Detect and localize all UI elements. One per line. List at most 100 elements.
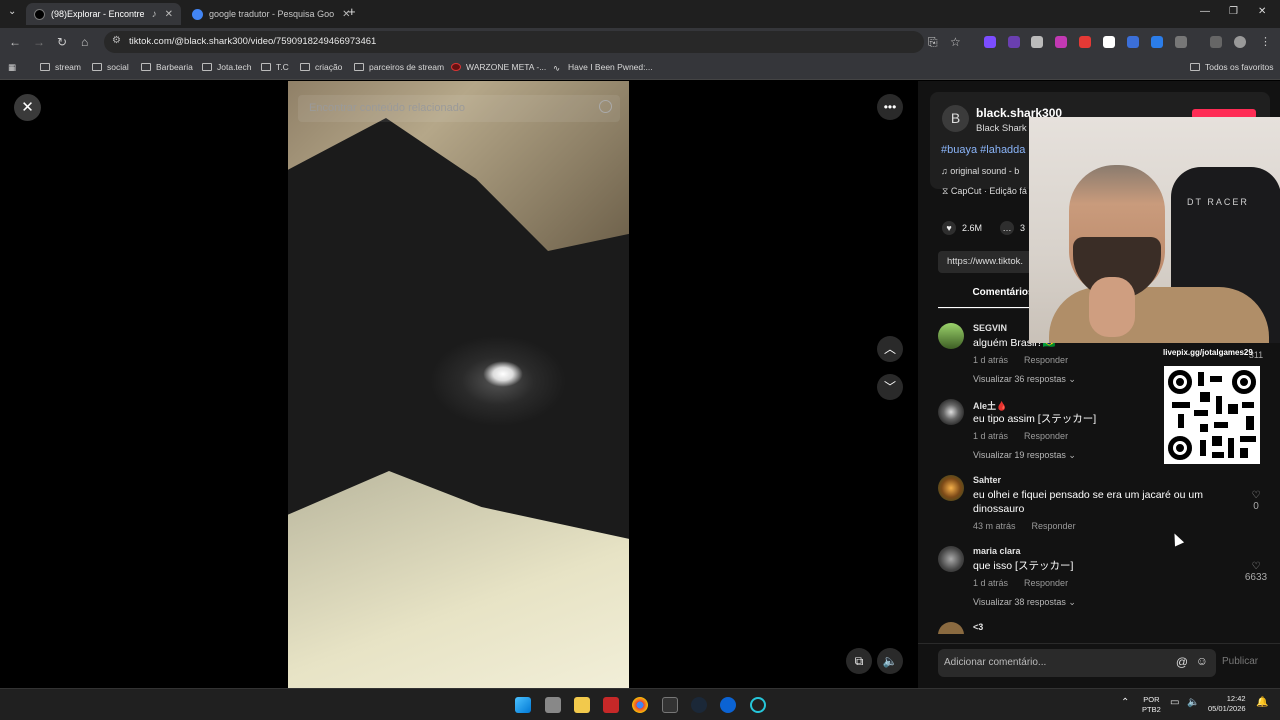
home-icon[interactable]: ⌂ xyxy=(81,35,88,49)
bolt-app-icon[interactable] xyxy=(603,697,619,713)
menu-kebab-icon[interactable]: ⋮ xyxy=(1260,35,1271,49)
view-replies-button[interactable]: Visualizar 36 respostas ⌄ xyxy=(973,374,1076,385)
bookmark-stream[interactable]: stream xyxy=(40,62,81,72)
bookmark-label: WARZONE META -... xyxy=(466,62,547,72)
bookmark-star-icon[interactable]: ☆ xyxy=(950,35,961,49)
comment-username[interactable]: Sahter xyxy=(973,475,1001,485)
extension-icon[interactable] xyxy=(1151,36,1163,48)
extension-icon[interactable] xyxy=(984,36,996,48)
network-icon[interactable]: ▭ xyxy=(1170,698,1179,708)
comment-username[interactable]: maria clara xyxy=(973,546,1021,556)
extension-icon[interactable] xyxy=(1008,36,1020,48)
reload-icon[interactable]: ↻ xyxy=(57,35,67,49)
next-video-button[interactable]: ﹀ xyxy=(877,374,903,400)
extensions-puzzle-icon[interactable] xyxy=(1175,36,1187,48)
folder-icon xyxy=(202,63,212,71)
publish-button[interactable]: Publicar xyxy=(1222,656,1258,667)
extension-icon[interactable] xyxy=(1055,36,1067,48)
comment-avatar[interactable] xyxy=(938,323,964,349)
bookmark-hibp[interactable]: ∿ Have I Been Pwned:... xyxy=(553,62,653,73)
bookmark-parceiros[interactable]: parceiros de stream xyxy=(354,62,444,72)
profile-icon[interactable] xyxy=(1234,36,1246,48)
clock[interactable]: 12:42 05/01/2026 xyxy=(1208,694,1246,714)
comment-like-button[interactable]: ♡ 6633 xyxy=(1244,561,1268,583)
sound-row[interactable]: ♫ original sound - b xyxy=(941,166,1019,176)
effect-row[interactable]: ⧖ CapCut · Edição fá xyxy=(942,186,1027,197)
comment-avatar[interactable] xyxy=(938,622,964,634)
bookmark-criacao[interactable]: criação xyxy=(300,62,342,72)
back-icon[interactable]: ← xyxy=(9,35,21,49)
comment-username[interactable]: SEGVIN xyxy=(973,323,1007,333)
site-info-icon[interactable]: ⚙ xyxy=(112,35,121,46)
reply-button[interactable]: Responder xyxy=(1024,355,1068,365)
install-app-icon[interactable]: ⎘ xyxy=(928,35,938,49)
previous-video-button[interactable]: ︿ xyxy=(877,336,903,362)
comment-username[interactable]: Ale土🩸 xyxy=(973,399,1007,412)
close-window-icon[interactable]: ✕ xyxy=(1258,6,1266,17)
steam-icon[interactable] xyxy=(691,697,707,713)
close-tab-icon[interactable]: ✕ xyxy=(165,9,173,20)
view-replies-button[interactable]: Visualizar 38 respostas ⌄ xyxy=(973,597,1076,608)
comment-avatar[interactable] xyxy=(938,546,964,572)
emoji-icon[interactable]: ☺ xyxy=(1196,654,1208,668)
folder-icon xyxy=(354,63,364,71)
volume-button[interactable]: 🔈 xyxy=(877,648,903,674)
app-ring-icon[interactable] xyxy=(750,697,766,713)
apps-grid-icon[interactable]: ▦ xyxy=(8,62,16,73)
comment-item: maria clara que isso [ステッカー] 1 d atrás Re… xyxy=(938,546,1268,608)
minimize-icon[interactable]: — xyxy=(1200,6,1210,17)
chrome-icon[interactable] xyxy=(632,697,648,713)
close-viewer-button[interactable]: ✕ xyxy=(14,94,41,121)
tab-google[interactable]: google tradutor - Pesquisa Goo ✕ xyxy=(184,3,359,25)
search-icon[interactable] xyxy=(599,100,612,113)
bookmark-social[interactable]: social xyxy=(92,62,129,72)
view-replies-button[interactable]: Visualizar 19 respostas ⌄ xyxy=(973,450,1076,461)
reading-list-icon[interactable] xyxy=(1210,36,1222,48)
bookmark-warzone[interactable]: WARZONE META -... xyxy=(451,62,546,72)
tab-search-icon[interactable]: ⌄ xyxy=(8,6,16,17)
extension-icon[interactable] xyxy=(1103,36,1115,48)
volume-icon[interactable]: 🔈 xyxy=(1187,698,1199,708)
epic-games-icon[interactable] xyxy=(662,697,678,713)
reply-button[interactable]: Responder xyxy=(1024,431,1068,441)
bookmark-tc[interactable]: T.C xyxy=(261,62,289,72)
extension-icon[interactable] xyxy=(1031,36,1043,48)
task-view-icon[interactable] xyxy=(545,697,561,713)
input-language[interactable]: POR PTB2 xyxy=(1142,695,1161,715)
related-search-input[interactable]: Encontrar conteúdo relacionado xyxy=(298,95,620,122)
video-player[interactable] xyxy=(288,81,629,688)
bookmark-barbearia[interactable]: Barbearia xyxy=(141,62,193,72)
bookmark-all-favorites[interactable]: Todos os favoritos xyxy=(1190,62,1274,72)
new-tab-button[interactable]: + xyxy=(348,4,356,19)
bookmark-label: criação xyxy=(315,62,343,72)
comment-stat[interactable]: … 3 xyxy=(1000,221,1025,235)
more-options-button[interactable]: ••• xyxy=(877,94,903,120)
reply-button[interactable]: Responder xyxy=(1024,578,1068,588)
notification-icon[interactable]: 🔔 xyxy=(1256,698,1268,708)
floating-player-button[interactable]: ⧉ xyxy=(846,648,872,674)
forward-icon[interactable]: → xyxy=(33,35,45,49)
reply-button[interactable]: Responder xyxy=(1032,521,1076,531)
comment-like-button[interactable]: ♡ 0 xyxy=(1244,490,1268,512)
address-bar[interactable]: ⚙ tiktok.com/@black.shark300/video/75909… xyxy=(104,31,924,53)
hashtags[interactable]: #buaya #lahadda xyxy=(941,144,1025,156)
folder-icon xyxy=(92,63,102,71)
mute-icon[interactable]: ♪ xyxy=(152,9,157,20)
battlenet-icon[interactable] xyxy=(720,697,736,713)
start-windows-icon[interactable] xyxy=(515,697,531,713)
tab-title: (98)Explorar - Encontre seu xyxy=(51,9,144,19)
like-stat[interactable]: ♥ 2.6M xyxy=(942,221,982,235)
comment-avatar[interactable] xyxy=(938,475,964,501)
comment-avatar[interactable] xyxy=(938,399,964,425)
author-avatar[interactable]: B xyxy=(942,105,969,132)
restore-icon[interactable]: ❐ xyxy=(1229,6,1238,17)
file-explorer-icon[interactable] xyxy=(574,697,590,713)
extension-icon[interactable] xyxy=(1079,36,1091,48)
bookmark-jotatech[interactable]: Jota.tech xyxy=(202,62,252,72)
tray-chevron-up-icon[interactable]: ⌃ xyxy=(1121,698,1129,708)
tab-tiktok[interactable]: (98)Explorar - Encontre seu ♪ ✕ xyxy=(26,3,181,25)
comment-username[interactable]: <3 xyxy=(973,622,983,632)
comment-input[interactable]: Adicionar comentário... @ ☺ xyxy=(938,649,1216,677)
mention-icon[interactable]: @ xyxy=(1176,655,1188,669)
extension-icon[interactable] xyxy=(1127,36,1139,48)
